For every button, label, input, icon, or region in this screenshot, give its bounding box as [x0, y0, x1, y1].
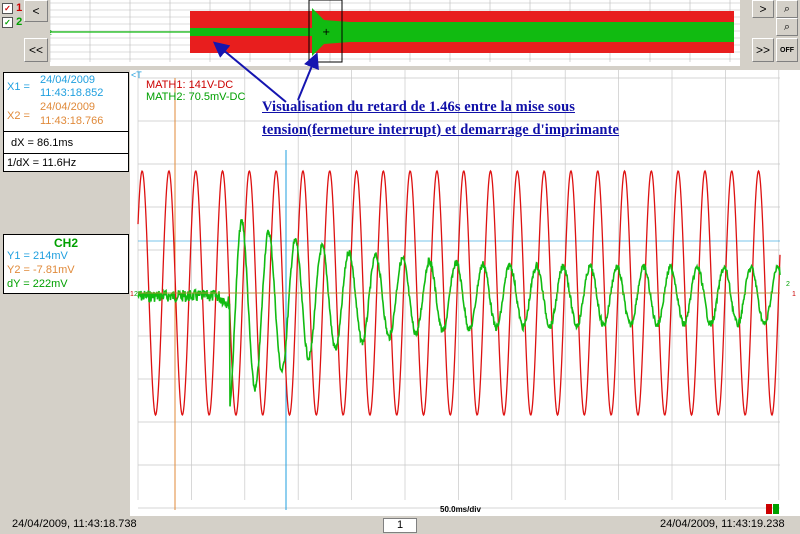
- magnifier-minus-icon: ⌕: [783, 20, 791, 33]
- right-ch1-marker: 1: [792, 291, 796, 298]
- x2-date: 24/04/2009: [40, 101, 96, 113]
- zoom-in-button[interactable]: ⌕: [776, 0, 798, 18]
- chevron-left-icon: <: [32, 4, 40, 18]
- overview-panel: ✓ 1 ✓ 2 < << + 2 > >> ⌕ ⌕ OFF: [0, 0, 800, 70]
- overview-svg: + 2: [50, 0, 740, 66]
- overview-cross-marker: +: [322, 27, 330, 38]
- next-button[interactable]: >: [752, 0, 774, 18]
- x2-time: 11:43:18.766: [40, 115, 104, 127]
- trigger-marker: <T: [131, 70, 142, 80]
- channel-2-label: 2: [16, 16, 23, 28]
- page-number: 1: [396, 519, 404, 531]
- y2-value: Y2 = -7.81mV: [7, 264, 75, 276]
- dy-value: dY = 222mV: [7, 278, 68, 290]
- zoom-off-icon: OFF: [780, 46, 794, 54]
- annotation-line-2: tension(fermeture interrupt) et demarrag…: [262, 122, 620, 138]
- x1-time: 11:43:18.852: [40, 87, 104, 99]
- scope-logo-icon: [766, 504, 782, 514]
- checkbox-icon[interactable]: ✓: [2, 2, 13, 14]
- prev-button[interactable]: <: [24, 0, 48, 22]
- time-cursor-panel: X1 = 24/04/2009 11:43:18.852 X2 = 24/04/…: [3, 72, 129, 172]
- overview-plot[interactable]: + 2: [50, 0, 740, 66]
- inverse-dx-value: 1/dX = 11.6Hz: [7, 157, 77, 169]
- end-timestamp: 24/04/2009, 11:43:19.238: [660, 518, 785, 530]
- x2-label: X2 =: [7, 110, 30, 122]
- annotation-line-1: Visualisation du retard de 1.46s entre l…: [262, 99, 575, 115]
- zoom-out-button[interactable]: ⌕: [776, 18, 798, 36]
- x1-label: X1 =: [7, 81, 30, 93]
- divider: [4, 153, 128, 154]
- timebase-label: 50.0ms/div: [440, 505, 481, 514]
- right-ch2-marker: 2: [786, 281, 790, 288]
- y1-value: Y1 = 214mV: [7, 250, 68, 262]
- rewind-button[interactable]: <<: [24, 38, 48, 62]
- dx-value: dX = 86.1ms: [11, 137, 74, 149]
- x1-date: 24/04/2009: [40, 74, 96, 86]
- overview-ch2-marker: 2: [50, 30, 52, 37]
- math1-label: MATH1: 141V-DC: [146, 79, 234, 91]
- channel-toggles: ✓ 1 ✓ 2: [2, 2, 24, 30]
- math2-label: MATH2: 70.5mV-DC: [146, 91, 246, 103]
- magnifier-plus-icon: ⌕: [783, 2, 791, 15]
- channel-2-toggle[interactable]: ✓ 2: [2, 16, 24, 30]
- chevron-right-icon: >: [759, 2, 767, 16]
- channel-1-label: 1: [16, 2, 23, 14]
- divider: [4, 131, 128, 132]
- ch2-level-marker: 2: [134, 291, 138, 298]
- double-chevron-left-icon: <<: [28, 43, 43, 57]
- checkbox-icon[interactable]: ✓: [2, 16, 13, 28]
- status-bar: 24/04/2009, 11:43:18.738 1 24/04/2009, 1…: [0, 516, 800, 534]
- page-indicator[interactable]: 1: [383, 518, 417, 533]
- forward-button[interactable]: >>: [752, 38, 774, 62]
- overview-ch2-pre: [190, 28, 312, 36]
- ch2-measure-panel: CH2 Y1 = 214mV Y2 = -7.81mV dY = 222mV: [3, 234, 129, 294]
- start-timestamp: 24/04/2009, 11:43:18.738: [12, 518, 137, 530]
- zoom-off-button[interactable]: OFF: [776, 38, 798, 62]
- double-chevron-right-icon: >>: [755, 43, 770, 57]
- ch2-title: CH2: [53, 236, 78, 250]
- channel-1-toggle[interactable]: ✓ 1: [2, 2, 24, 16]
